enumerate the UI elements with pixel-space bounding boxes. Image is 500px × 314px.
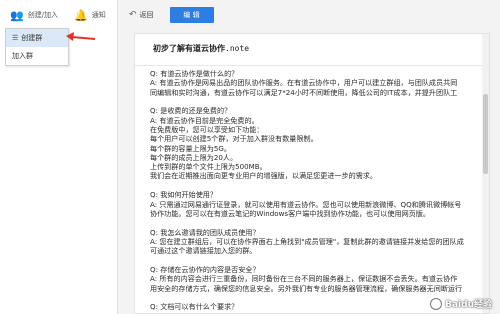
faq-answer-line: 上传到群的单个文件上限为500MB。: [150, 162, 267, 172]
faq-item: Q: 我如何开始使用？ A: 只需通过网易通行证登录，就可以使用有道云协作。您也可…: [150, 190, 489, 218]
document-view: 初步了解有道云协作.note Q: 有道云协作是做什么的？ A: 有道云协作是网易…: [134, 33, 490, 314]
doc-title-ext: .note: [225, 44, 250, 53]
faq-question: Q: 有道云协作是做什么的？: [150, 69, 239, 78]
back-label: 返回: [139, 11, 154, 19]
faq-answer-line: A: 有道云协作目前是完全免费的。: [150, 115, 259, 125]
faq-answer-line: A: 有道云协作是网易出品的团队协作服务。在有道云协作中，用户可以建立群组，与团…: [150, 78, 458, 88]
faq-answer-line: A: 所有的内容会进行三重备份，同时备份在三台不同的服务器上，保证数据不会丢失。…: [150, 274, 458, 284]
toolbar: ↶ 返回 编 辑: [119, 0, 500, 30]
menu-item-label: 加入群: [12, 52, 33, 60]
faq-answer-line: A: 只需通过网易通行证登录，就可以使用有道云协作。您也可以使用新浪微博、QQ和…: [150, 199, 462, 209]
faq-item: Q: 存储在云协作的内容是否安全？ A: 所有的内容会进行三重备份，同时备份在三台…: [150, 265, 489, 293]
main-area: ↶ 返回 编 辑 初步了解有道云协作.note Q: 有道云协作是做什么的？ A:…: [119, 0, 500, 314]
faq-answer-line: 协作功能。您可以在有道云笔记的Windows客户端中找到协作功能，也可以使用网页…: [150, 208, 430, 218]
watermark: Baidu经验: [430, 297, 492, 310]
title-divider: [135, 65, 489, 66]
red-arrow-annotation: [66, 32, 96, 41]
menu-item-create-group[interactable]: ☰ 创建群: [6, 29, 68, 47]
scrollbar[interactable]: [482, 34, 489, 313]
menu-item-join-group[interactable]: 加入群: [6, 47, 68, 65]
doc-title: 初步了解有道云协作.note: [153, 43, 249, 54]
sidebar-header: 👥 创建/加入 🔔 通知: [0, 0, 117, 30]
watermark-text: Baidu经验: [445, 300, 492, 310]
edit-button[interactable]: 编 辑: [169, 7, 214, 23]
paw-logo-icon: [430, 297, 443, 310]
faq-answer-line: 在免费版中，您可以享受如下功能：: [150, 124, 264, 134]
faq-item: Q: 有道云协作是做什么的？ A: 有道云协作是网易出品的团队协作服务。在有道云协…: [150, 69, 489, 97]
faq-answer-line: 每个用户可以创建5个群，对于加入群没有数量限制。: [150, 134, 318, 144]
faq-question: Q: 我怎么邀请我的团队成员使用？: [150, 227, 260, 237]
faq-item: Q: 我怎么邀请我的团队成员使用？ A: 您在建立群组后，可以在协作界面右上角找到…: [150, 227, 489, 256]
doc-title-text: 初步了解有道云协作: [153, 44, 225, 53]
faq-question: Q: 我如何开始使用？: [150, 190, 217, 200]
faq-answer-line: 用安全的存储方式，确保您的信息安全。另外我们有专业的服务器管理流程，确保服务器无…: [150, 283, 463, 293]
faq-answer-line: 每个群的容量上限为5G。: [150, 143, 231, 153]
create-join-dropdown: ☰ 创建群 加入群: [5, 28, 69, 66]
sidebar: 👥 创建/加入 🔔 通知 ☰ 创建群 加入群: [0, 0, 118, 314]
faq-answer-line: 可通过这个邀请链接加入您的群。: [150, 246, 257, 256]
bell-icon[interactable]: 🔔: [74, 10, 88, 21]
doc-body: Q: 有道云协作是做什么的？ A: 有道云协作是网易出品的团队协作服务。在有道云协…: [150, 69, 489, 313]
back-button[interactable]: ↶ 返回: [129, 10, 154, 20]
faq-answer-line: 我们会在近期推出面向更专业用户的增强版，以满足您更进一步的需求。: [150, 171, 377, 181]
faq-question: Q: 是收费的还是免费的？: [150, 106, 232, 116]
create-group-icon: ☰: [12, 34, 19, 42]
faq-answer-line: 同编辑和实时沟通，有道云协作可以满足7*24小时不间断使用，降低公司的IT成本，…: [150, 87, 458, 97]
create-join-link[interactable]: 创建/加入: [28, 10, 58, 20]
back-arrow-icon: ↶: [129, 10, 137, 20]
faq-item: Q: 是收费的还是免费的？ A: 有道云协作目前是完全免费的。 在免费版中，您可以…: [150, 106, 489, 181]
notify-link[interactable]: 通知: [92, 10, 106, 20]
faq-answer-line: A: 您在建立群组后，可以在协作界面右上角找到"成员管理"，复制此群的邀请链接并…: [150, 236, 464, 246]
faq-answer-line: 每个群的成员上限为20人。: [150, 152, 238, 162]
menu-item-label: 创建群: [21, 34, 43, 42]
scrollbar-thumb[interactable]: [483, 94, 488, 174]
group-icon[interactable]: 👥: [10, 10, 24, 21]
faq-question: Q: 存储在云协作的内容是否安全？: [150, 265, 260, 275]
